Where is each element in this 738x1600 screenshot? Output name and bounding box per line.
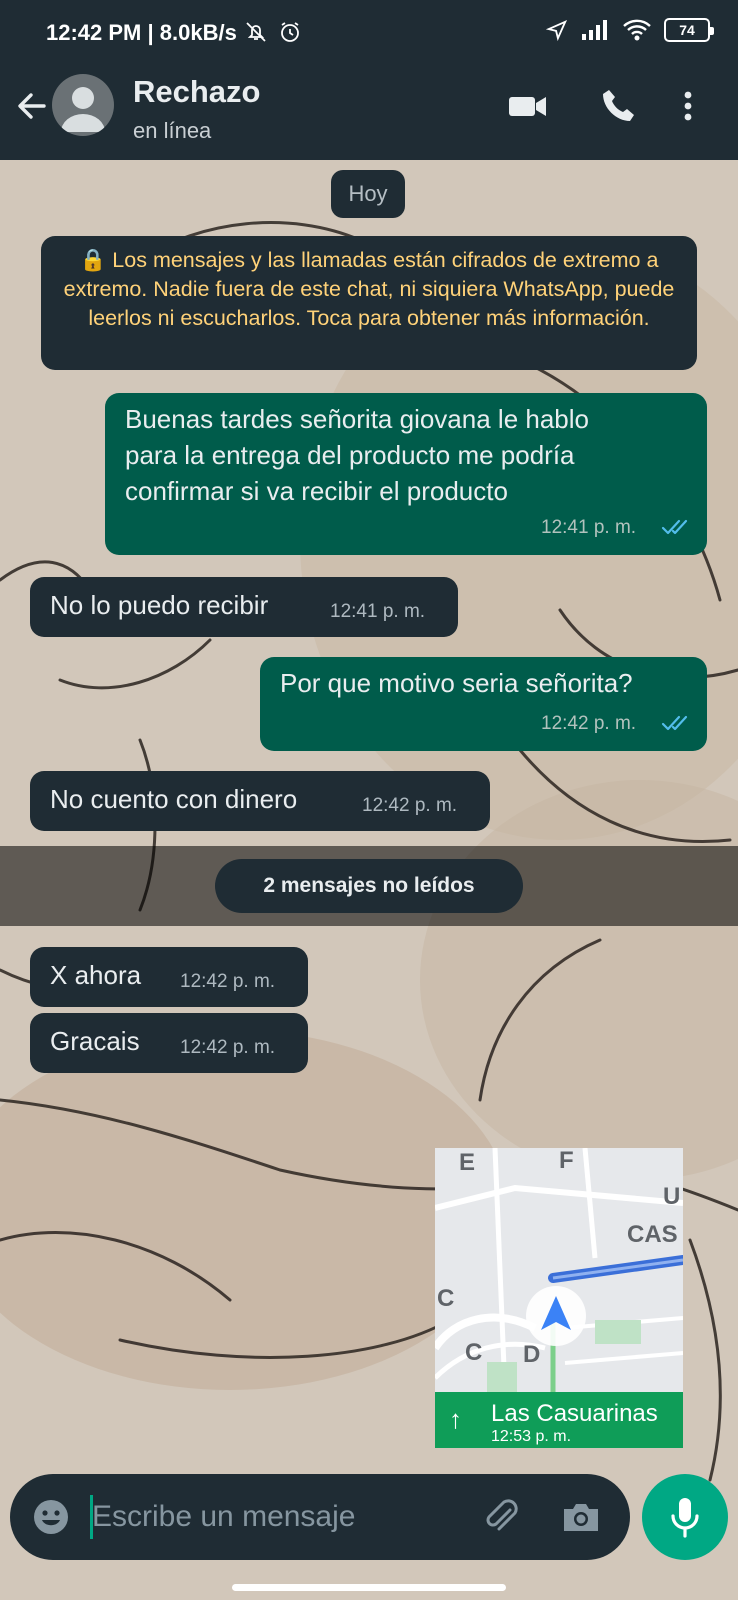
message-time: 12:42 p. m. <box>180 1037 276 1058</box>
chat-header: Rechazo en línea <box>0 56 738 160</box>
map-label: U <box>663 1183 680 1210</box>
default-avatar-icon <box>61 87 105 132</box>
signal-icon <box>582 20 607 40</box>
message-text: No lo puedo recibir <box>50 590 269 620</box>
navigation-instruction-bar[interactable]: ↑ Las Casuarinas 12:53 p. m. <box>435 1392 683 1448</box>
navigation-eta: 12:53 p. m. <box>491 1428 572 1445</box>
message-bubble-outgoing[interactable]: Por que motivo seria señorita? 12:42 p. … <box>260 657 707 751</box>
unread-count-chip: 2 mensajes no leídos <box>215 859 523 913</box>
message-text: Buenas tardes señorita giovana le hablo … <box>125 404 589 506</box>
read-receipt-icon <box>661 715 688 731</box>
status-bar: 12:42 PM | 8.0kB/s 74 <box>0 0 738 56</box>
message-bubble-incoming[interactable]: Gracais 12:42 p. m. <box>30 1013 308 1073</box>
contact-status: en línea <box>133 118 212 143</box>
message-time: 12:41 p. m. <box>541 517 637 538</box>
message-bubble-incoming[interactable]: X ahora 12:42 p. m. <box>30 947 308 1007</box>
alarm-icon <box>281 22 299 42</box>
navigation-street: Las Casuarinas <box>491 1400 658 1427</box>
map-label: C <box>465 1339 482 1366</box>
unread-divider: 2 mensajes no leídos <box>0 846 738 926</box>
map-label: E <box>459 1149 475 1176</box>
back-arrow-icon[interactable] <box>12 86 52 126</box>
message-text: X ahora <box>50 960 142 990</box>
message-bubble-incoming[interactable]: No cuento con dinero 12:42 p. m. <box>30 771 490 831</box>
voice-call-icon[interactable] <box>598 86 638 126</box>
navigation-map-overlay[interactable]: E F U CAS C C D ↑ Las Casuarinas 12:53 p… <box>435 1148 683 1448</box>
battery-level: 74 <box>679 22 695 38</box>
message-time: 12:42 p. m. <box>541 713 637 734</box>
location-icon <box>546 19 568 41</box>
map-view: E F U CAS C C D <box>435 1148 683 1393</box>
more-options-icon[interactable] <box>676 86 700 126</box>
message-bubble-outgoing[interactable]: Buenas tardes señorita giovana le hablo … <box>105 393 707 555</box>
map-label: F <box>559 1148 574 1174</box>
message-text: Gracais <box>50 1026 140 1056</box>
attach-icon[interactable] <box>480 1496 522 1538</box>
message-text: Por que motivo seria señorita? <box>280 668 633 698</box>
bell-off-icon <box>246 22 266 42</box>
message-input[interactable] <box>92 1494 472 1540</box>
voice-message-button[interactable] <box>642 1474 728 1560</box>
map-label: CAS <box>627 1221 678 1248</box>
map-label: D <box>523 1341 540 1368</box>
status-right-group: 74 <box>546 18 714 42</box>
message-bubble-incoming[interactable]: No lo puedo recibir 12:41 p. m. <box>30 577 458 637</box>
contact-name[interactable]: Rechazo <box>133 74 260 110</box>
read-receipt-icon <box>661 519 688 535</box>
status-time: 12:42 PM | 8.0kB/s <box>46 20 237 45</box>
avatar[interactable] <box>52 74 114 136</box>
message-composer <box>10 1474 630 1560</box>
emoji-icon[interactable] <box>32 1498 70 1536</box>
message-text: No cuento con dinero <box>50 784 298 814</box>
straight-arrow-icon: ↑ <box>449 1404 462 1434</box>
battery-icon: 74 <box>664 18 714 42</box>
map-label: C <box>437 1285 454 1312</box>
message-time: 12:42 p. m. <box>362 795 458 816</box>
date-chip: Hoy <box>331 170 405 218</box>
camera-icon[interactable] <box>560 1496 602 1538</box>
message-time: 12:42 p. m. <box>180 971 276 992</box>
wifi-icon <box>623 19 651 41</box>
home-indicator[interactable] <box>232 1584 506 1591</box>
mic-icon <box>671 1498 699 1538</box>
message-time: 12:41 p. m. <box>330 601 426 622</box>
video-call-icon[interactable] <box>508 86 548 126</box>
encryption-notice[interactable]: 🔒 Los mensajes y las llamadas están cifr… <box>41 236 697 370</box>
